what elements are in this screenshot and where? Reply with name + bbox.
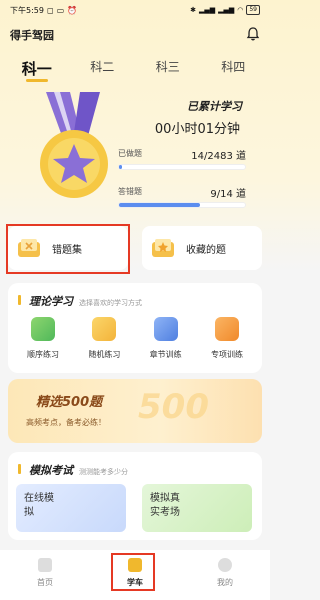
study-heading: 已累计学习	[187, 100, 242, 113]
highlight-box-study	[111, 553, 155, 591]
signal-icon: ▂▄▆	[198, 6, 216, 14]
chat-icon: ◻	[46, 5, 54, 15]
section-accent-bar	[18, 295, 21, 305]
featured-500-banner[interactable]: 500 精选500题 高频考点，备考必练！	[8, 379, 262, 443]
done-value: 14/2483 道	[191, 151, 246, 162]
banner-bg-text: 500	[138, 387, 209, 427]
done-progress-bar	[118, 164, 246, 170]
wrong-progress-bar	[118, 202, 246, 208]
study-duration: 00小时01分钟	[154, 122, 240, 137]
favorite-folder-icon	[152, 239, 174, 257]
book-icon	[153, 317, 178, 341]
nav-mine-label: 我的	[217, 578, 233, 587]
highlight-box-wrong	[6, 224, 130, 274]
header: 得手驾园	[10, 26, 260, 44]
nav-home[interactable]: 首页	[20, 558, 70, 588]
bell-icon[interactable]	[246, 26, 260, 45]
tab-subject-3[interactable]: 科三	[143, 58, 193, 82]
sequential-icon	[31, 317, 55, 341]
profile-icon	[218, 558, 232, 572]
sequential-practice[interactable]: 顺序练习	[14, 317, 72, 360]
tab-subject-1[interactable]: 科一	[12, 58, 62, 82]
shuffle-icon	[92, 317, 117, 341]
alarm-icon: ⏰	[67, 5, 78, 15]
tab-label: 科四	[221, 60, 246, 74]
chapter-label: 章节训练	[149, 350, 182, 359]
topic-book-icon	[214, 317, 239, 341]
wrong-label: 答错题	[118, 187, 142, 196]
medal-icon	[40, 92, 108, 198]
chapter-training[interactable]: 章节训练	[137, 317, 195, 360]
random-practice[interactable]: 随机练习	[75, 317, 133, 360]
done-label: 已做题	[118, 149, 142, 158]
tab-label: 科二	[90, 60, 115, 74]
app-title: 得手驾园	[10, 29, 54, 42]
tab-subject-2[interactable]: 科二	[77, 58, 127, 82]
tab-label: 科一	[21, 60, 52, 78]
nav-mine[interactable]: 我的	[200, 558, 250, 588]
banner-title: 精选500题	[36, 395, 103, 410]
message-icon: ▭	[56, 5, 65, 15]
home-icon	[38, 558, 52, 572]
theory-header: 理论学习 选择喜欢的学习方式	[18, 293, 142, 309]
favorites-label: 收藏的题	[186, 244, 226, 256]
real-exam-label: 模拟真 实考场	[150, 493, 180, 518]
real-exam-card[interactable]: 模拟真 实考场	[142, 484, 252, 532]
bluetooth-icon: ✱	[190, 6, 196, 14]
exam-header: 模拟考试 测测能考多少分	[18, 462, 128, 478]
section-accent-bar	[18, 464, 21, 474]
random-label: 随机练习	[88, 350, 121, 359]
tab-label: 科三	[155, 60, 180, 74]
online-mock-card[interactable]: 在线模 拟	[16, 484, 126, 532]
exam-section: 模拟考试 测测能考多少分 在线模 拟 模拟真 实考场	[8, 452, 262, 540]
wrong-progress-fill	[119, 203, 200, 207]
done-progress-fill	[119, 165, 122, 169]
study-stats-card: 已累计学习 00小时01分钟 已做题 14/2483 道 答错题 9/14 道	[8, 92, 262, 222]
status-right: ✱ ▂▄▆ ▂▄▆ ◠ 59	[190, 5, 260, 15]
topic-label: 专项训练	[210, 350, 243, 359]
status-time: 下午5:59	[10, 5, 44, 15]
battery-icon: 59	[246, 5, 260, 15]
practice-grid: 顺序练习 随机练习 章节训练 专项训练	[14, 317, 256, 360]
signal-icon-2: ▂▄▆	[218, 6, 235, 14]
theory-section: 理论学习 选择喜欢的学习方式 顺序练习 随机练习 章节训练 专项训练	[8, 283, 262, 373]
exam-subtitle: 测测能考多少分	[79, 468, 128, 476]
wifi-icon: ◠	[237, 6, 244, 14]
theory-subtitle: 选择喜欢的学习方式	[79, 299, 142, 307]
topic-training[interactable]: 专项训练	[198, 317, 256, 360]
exam-title: 模拟考试	[29, 464, 73, 477]
status-left: 下午5:59 ◻ ▭ ⏰	[10, 5, 77, 16]
banner-subtitle: 高频考点，备考必练！	[26, 418, 106, 427]
favorites-card[interactable]: 收藏的题	[142, 226, 262, 270]
tab-subject-4[interactable]: 科四	[208, 58, 258, 82]
tab-underline	[25, 79, 48, 82]
nav-home-label: 首页	[37, 578, 53, 587]
status-bar: 下午5:59 ◻ ▭ ⏰ ✱ ▂▄▆ ▂▄▆ ◠ 59	[0, 0, 270, 20]
theory-title: 理论学习	[29, 295, 73, 308]
online-mock-label: 在线模 拟	[24, 493, 54, 518]
subject-tabs: 科一 科二 科三 科四	[0, 58, 270, 84]
wrong-value: 9/14 道	[210, 189, 246, 200]
sequential-label: 顺序练习	[27, 350, 59, 359]
